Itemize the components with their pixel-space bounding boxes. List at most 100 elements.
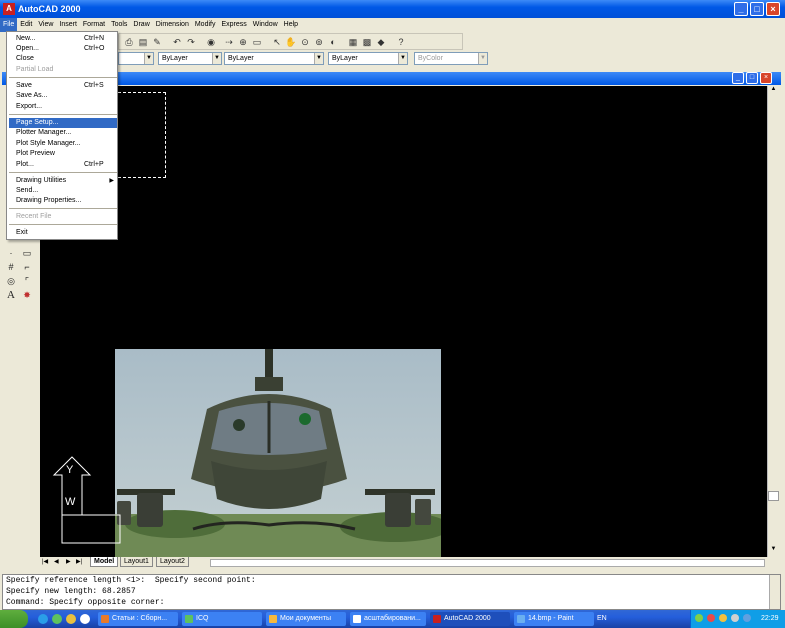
task-autocad[interactable]: AutoCAD 2000 [430, 612, 510, 626]
menu-item-save[interactable]: Save Ctrl+S [9, 81, 117, 91]
menu-express[interactable]: Express [218, 18, 249, 32]
autocad-logo-icon[interactable]: A [3, 3, 15, 15]
linetype-combo[interactable]: ByLayer ▼ [224, 52, 324, 65]
chevron-down-icon: ▼ [314, 53, 323, 64]
menu-item-send[interactable]: Send... [9, 186, 117, 196]
menu-window[interactable]: Window [250, 18, 281, 32]
design-center-icon[interactable]: ▩ [361, 36, 373, 48]
layout-tabs-bar: |◀ ◀ ▶ ▶| Model Layout1 Layout2 [40, 557, 767, 568]
zoom-previous-icon[interactable]: ◐ [327, 36, 339, 48]
horizontal-scrollbar[interactable] [210, 559, 765, 567]
menu-view[interactable]: View [35, 18, 56, 32]
redo-icon[interactable]: ↷ [185, 36, 197, 48]
quicklaunch-ie-icon[interactable] [38, 614, 48, 624]
quicklaunch-folder-icon[interactable] [66, 614, 76, 624]
task-stati-sborn[interactable]: Статьи : Сборн... [98, 612, 178, 626]
tray-icon[interactable] [707, 614, 715, 622]
tab-model[interactable]: Model [90, 557, 119, 567]
tab-next-icon[interactable]: ▶ [66, 557, 71, 568]
menu-item-plot-preview[interactable]: Plot Preview [9, 149, 117, 159]
helicopter-photo[interactable] [115, 349, 441, 557]
lineweight-combo[interactable]: ByLayer ▼ [328, 52, 408, 65]
undo-icon[interactable]: ↶ [171, 36, 183, 48]
menu-draw[interactable]: Draw [130, 18, 152, 32]
menu-format[interactable]: Format [80, 18, 108, 32]
menu-item-save-as[interactable]: Save As... [9, 91, 117, 101]
tray-icon[interactable] [719, 614, 727, 622]
tab-prev-icon[interactable]: ◀ [54, 557, 59, 568]
vertical-scrollbar[interactable]: ▲ ▼ [767, 86, 779, 557]
task-paint[interactable]: 14.bmp - Paint [514, 612, 594, 626]
start-button[interactable] [0, 610, 28, 628]
hyperlink-icon[interactable]: ⇢ [223, 36, 235, 48]
command-scrollbar[interactable] [769, 575, 780, 609]
color-combo[interactable]: ▼ [118, 52, 154, 65]
fillet-icon[interactable]: ⌐ [20, 260, 34, 274]
multiline-text-icon[interactable]: A [4, 288, 18, 302]
close-button[interactable]: × [766, 2, 780, 16]
globe-icon[interactable]: ◉ [205, 36, 217, 48]
menu-modify[interactable]: Modify [192, 18, 219, 32]
scroll-down-icon[interactable]: ▼ [768, 546, 779, 556]
network-icon[interactable] [743, 614, 751, 622]
rectangle-icon[interactable]: ▭ [20, 246, 34, 260]
menu-item-open[interactable]: Open... Ctrl+O [9, 44, 117, 54]
color-icon[interactable]: ◆ [375, 36, 387, 48]
menu-item-close[interactable]: Close [9, 54, 117, 64]
plotstyle-combo[interactable]: ByColor ▼ [414, 52, 488, 65]
tab-layout1[interactable]: Layout1 [120, 557, 153, 567]
print-icon[interactable]: ⎙ [123, 36, 135, 48]
menu-insert[interactable]: Insert [56, 18, 80, 32]
ucs-icon[interactable]: ↖ [271, 36, 283, 48]
chamfer-icon[interactable]: ⌜ [20, 274, 34, 288]
zoom-window-icon[interactable]: ⊚ [313, 36, 325, 48]
point-icon[interactable]: · [4, 246, 18, 260]
preview-icon[interactable]: ▤ [137, 36, 149, 48]
quicklaunch-icq-icon[interactable] [52, 614, 62, 624]
tab-first-icon[interactable]: |◀ [42, 557, 48, 568]
match-properties-icon[interactable]: ✎ [151, 36, 163, 48]
task-icq[interactable]: ICQ [182, 612, 262, 626]
quicklaunch-desktop-icon[interactable] [80, 614, 90, 624]
minimize-button[interactable]: _ [734, 2, 748, 16]
task-my-documents[interactable]: Мои документы [266, 612, 346, 626]
menu-item-drawing-utilities[interactable]: Drawing Utilities ▶ [9, 176, 117, 186]
chevron-down-icon: ▼ [478, 53, 487, 64]
language-indicator[interactable]: EN [597, 614, 607, 624]
layer-combo[interactable]: ByLayer ▼ [158, 52, 222, 65]
tray-icon[interactable] [695, 614, 703, 622]
menu-item-exit[interactable]: Exit [9, 228, 117, 238]
pan-icon[interactable]: ✋ [285, 36, 297, 48]
properties-icon[interactable]: ▦ [347, 36, 359, 48]
doc-close-button[interactable]: × [760, 72, 772, 84]
doc-minimize-button[interactable]: _ [732, 72, 744, 84]
task-masshtabirovanie[interactable]: асштабировани... [350, 612, 426, 626]
doc-maximize-button[interactable]: □ [746, 72, 758, 84]
menu-item-plot-style-manager[interactable]: Plot Style Manager... [9, 139, 117, 149]
maximize-button[interactable]: □ [750, 2, 764, 16]
menu-item-plot[interactable]: Plot... Ctrl+P [9, 160, 117, 170]
menu-item-export[interactable]: Export... [9, 102, 117, 112]
speaker-icon[interactable] [731, 614, 739, 622]
menu-file[interactable]: File [0, 18, 18, 32]
tab-layout2[interactable]: Layout2 [156, 557, 189, 567]
tab-last-icon[interactable]: ▶| [76, 557, 82, 568]
menu-tools[interactable]: Tools [108, 18, 130, 32]
menu-item-plotter-manager[interactable]: Plotter Manager... [9, 128, 117, 138]
explode-icon[interactable]: ✸ [20, 288, 34, 302]
hatch-icon[interactable]: # [4, 260, 18, 274]
scroll-thumb[interactable] [768, 491, 779, 501]
command-window[interactable]: Specify reference length <1>: Specify se… [2, 574, 781, 610]
zoom-realtime-icon[interactable]: ⊙ [299, 36, 311, 48]
region-icon[interactable]: ◎ [4, 274, 18, 288]
menu-help[interactable]: Help [281, 18, 301, 32]
menu-item-page-setup[interactable]: Page Setup... [9, 118, 117, 128]
osnap-icon[interactable]: ▭ [251, 36, 263, 48]
scroll-up-icon[interactable]: ▲ [768, 86, 779, 96]
menu-edit[interactable]: Edit [17, 18, 35, 32]
menu-item-new[interactable]: New... Ctrl+N [9, 34, 117, 44]
menu-dimension[interactable]: Dimension [153, 18, 192, 32]
tracking-icon[interactable]: ⊕ [237, 36, 249, 48]
help-icon[interactable]: ? [395, 36, 407, 48]
menu-item-drawing-properties[interactable]: Drawing Properties... [9, 196, 117, 206]
